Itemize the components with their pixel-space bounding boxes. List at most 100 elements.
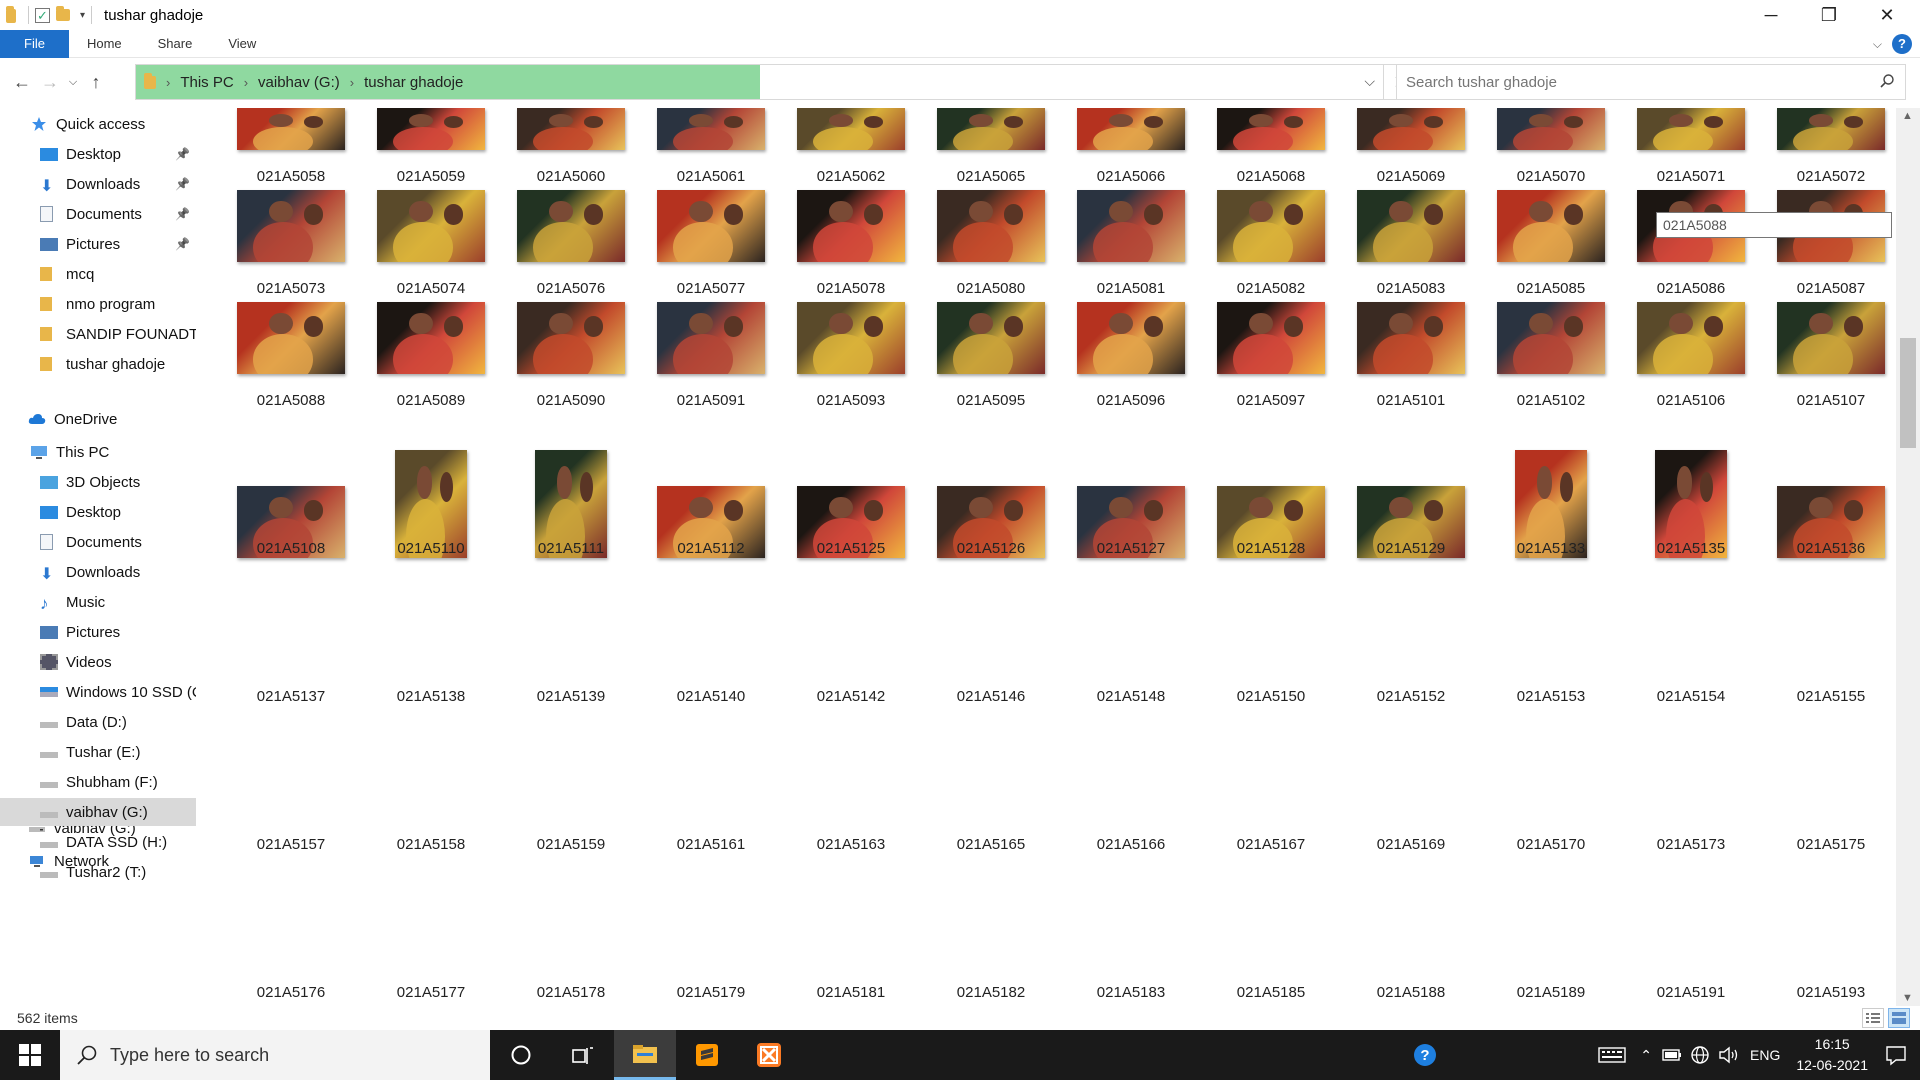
forward-button[interactable]: →	[36, 72, 64, 93]
file-item[interactable]: 021A5188	[1341, 108, 1471, 1001]
sidebar-item-pc-2[interactable]: Documents	[0, 528, 196, 556]
file-item[interactable]: 021A5193	[1761, 108, 1891, 1001]
tab-share[interactable]: Share	[140, 30, 211, 58]
sidebar-item-pc-4[interactable]: ♪ Music	[0, 588, 196, 616]
tab-file[interactable]: File	[0, 29, 69, 58]
file-item[interactable]: 021A5182	[921, 108, 1051, 1001]
details-view-button[interactable]	[1862, 1008, 1884, 1028]
file-name: 021A5178	[536, 984, 606, 1001]
volume-icon[interactable]	[1718, 1045, 1740, 1065]
file-name: 021A5110	[397, 540, 465, 557]
notifications-icon[interactable]	[1884, 1044, 1908, 1066]
cortana-button[interactable]	[490, 1030, 552, 1080]
sidebar-item-pc-12[interactable]: DATA SSD (H:)	[0, 828, 196, 856]
sidebar-item-quick-5[interactable]: nmo program	[0, 290, 196, 318]
file-name: 021A5096	[1096, 392, 1166, 409]
expand-ribbon-icon[interactable]: ⌵	[1873, 37, 1882, 52]
file-item[interactable]: 021A5177	[361, 108, 491, 1001]
file-name: 021A5137	[256, 688, 326, 705]
image-thumbnail	[657, 190, 765, 262]
sidebar-item-pc-1[interactable]: Desktop	[0, 498, 196, 526]
close-button[interactable]: ✕	[1858, 0, 1916, 30]
sidebar-item-quick-3[interactable]: Pictures 📌	[0, 230, 196, 258]
image-thumbnail	[1357, 302, 1465, 374]
scroll-down-icon[interactable]: ▼	[1902, 992, 1913, 1004]
sidebar-item-this-pc[interactable]: This PC	[0, 438, 196, 466]
sidebar-item-pc-3[interactable]: ⬇ Downloads	[0, 558, 196, 586]
back-button[interactable]: ←	[8, 72, 36, 93]
sidebar-item-pc-10[interactable]: Shubham (F:)	[0, 768, 196, 796]
restore-button[interactable]: ❐	[1800, 0, 1858, 30]
customize-toolbar-icon[interactable]: ▾	[80, 10, 85, 21]
scroll-up-icon[interactable]: ▲	[1902, 110, 1913, 122]
battery-icon[interactable]	[1662, 1048, 1682, 1062]
file-name: 021A5146	[956, 688, 1026, 705]
chevron-down-icon[interactable]: ⌵	[1364, 73, 1375, 90]
large-icons-view-button[interactable]	[1888, 1008, 1910, 1028]
task-view-button[interactable]	[552, 1030, 614, 1080]
vertical-scrollbar[interactable]: ▲ ▼	[1896, 108, 1920, 1006]
breadcrumb-folder[interactable]: tushar ghadoje	[364, 74, 463, 91]
sidebar-item-quick-1[interactable]: ⬇ Downloads 📌	[0, 170, 196, 198]
new-folder-icon[interactable]	[56, 6, 72, 25]
up-button[interactable]: ↑	[82, 72, 110, 93]
sidebar-item-quick-6[interactable]: SANDIP FOUNADTIO	[0, 320, 196, 348]
sidebar-item-pc-5[interactable]: Pictures	[0, 618, 196, 646]
file-item[interactable]: 021A5185	[1201, 108, 1331, 1001]
sidebar-item-pc-6[interactable]: Videos	[0, 648, 196, 676]
help-assistant-icon[interactable]: ?	[1412, 1042, 1438, 1068]
pin-icon[interactable]: 📌	[175, 237, 190, 251]
minimize-button[interactable]: ─	[1742, 0, 1800, 30]
file-item[interactable]: 021A5181	[781, 108, 911, 1001]
pin-icon[interactable]: 📌	[175, 177, 190, 191]
sidebar-item-quick-0[interactable]: Desktop 📌	[0, 140, 196, 168]
music-icon: ♪	[40, 594, 49, 613]
image-thumbnail	[1497, 190, 1605, 262]
file-name: 021A5112	[677, 540, 745, 557]
address-bar[interactable]: › This PC › vaibhav (G:) › tushar ghadoj…	[135, 64, 1384, 100]
sidebar-item-quick-access[interactable]: Quick access	[0, 110, 196, 138]
sidebar-item-pc-13[interactable]: Tushar2 (T:)	[0, 858, 196, 886]
pin-icon[interactable]: 📌	[175, 147, 190, 161]
file-item[interactable]: 021A5183	[1061, 108, 1191, 1001]
file-name: 021A5107	[1796, 392, 1866, 409]
sidebar-item-pc-9[interactable]: Tushar (E:)	[0, 738, 196, 766]
breadcrumb-this-pc[interactable]: This PC	[180, 74, 233, 91]
keyboard-icon[interactable]	[1598, 1045, 1626, 1065]
xampp-taskbar-button[interactable]	[738, 1030, 800, 1080]
start-button[interactable]	[0, 1030, 60, 1080]
language-indicator[interactable]: ENG	[1750, 1047, 1780, 1063]
sidebar-item-pc-8[interactable]: Data (D:)	[0, 708, 196, 736]
pin-icon[interactable]: 📌	[175, 207, 190, 221]
sidebar-item-label: Documents	[66, 205, 142, 223]
file-explorer-taskbar-button[interactable]	[614, 1030, 676, 1080]
sidebar-item-onedrive[interactable]: OneDrive	[0, 405, 196, 433]
file-item[interactable]: 021A5189	[1481, 108, 1611, 1001]
search-icon	[77, 1045, 97, 1065]
sidebar-item-quick-2[interactable]: Documents 📌	[0, 200, 196, 228]
properties-icon[interactable]: ✓	[35, 7, 50, 23]
file-item[interactable]: 021A5191	[1621, 108, 1751, 1001]
sidebar-item-quick-4[interactable]: mcq	[0, 260, 196, 288]
tab-home[interactable]: Home	[69, 30, 140, 58]
sidebar-item-pc-11[interactable]: vaibhav (G:)	[0, 798, 196, 826]
image-thumbnail	[1777, 302, 1885, 374]
sublime-text-taskbar-button[interactable]	[676, 1030, 738, 1080]
taskbar-search[interactable]: Type here to search	[60, 1030, 490, 1080]
tab-view[interactable]: View	[210, 30, 274, 58]
file-item[interactable]: 021A5178	[501, 108, 631, 1001]
file-item[interactable]: 021A5176	[221, 108, 351, 1001]
scrollbar-thumb[interactable]	[1900, 338, 1916, 448]
clock[interactable]: 16:15 12-06-2021	[1796, 1034, 1868, 1076]
breadcrumb-drive[interactable]: vaibhav (G:)	[258, 74, 340, 91]
sidebar-item-pc-0[interactable]: 3D Objects	[0, 468, 196, 496]
search-icon[interactable]	[1879, 73, 1895, 89]
file-item[interactable]: 021A5179	[641, 108, 771, 1001]
sidebar-item-pc-7[interactable]: Windows 10 SSD (C	[0, 678, 196, 706]
help-icon[interactable]: ?	[1892, 34, 1912, 54]
sidebar-item-quick-7[interactable]: tushar ghadoje	[0, 350, 196, 378]
recent-locations-icon[interactable]: ⌵	[64, 76, 82, 89]
globe-network-icon[interactable]	[1690, 1045, 1710, 1065]
chevron-up-icon[interactable]: ⌃	[1640, 1047, 1652, 1064]
search-input[interactable]	[1397, 65, 1857, 99]
